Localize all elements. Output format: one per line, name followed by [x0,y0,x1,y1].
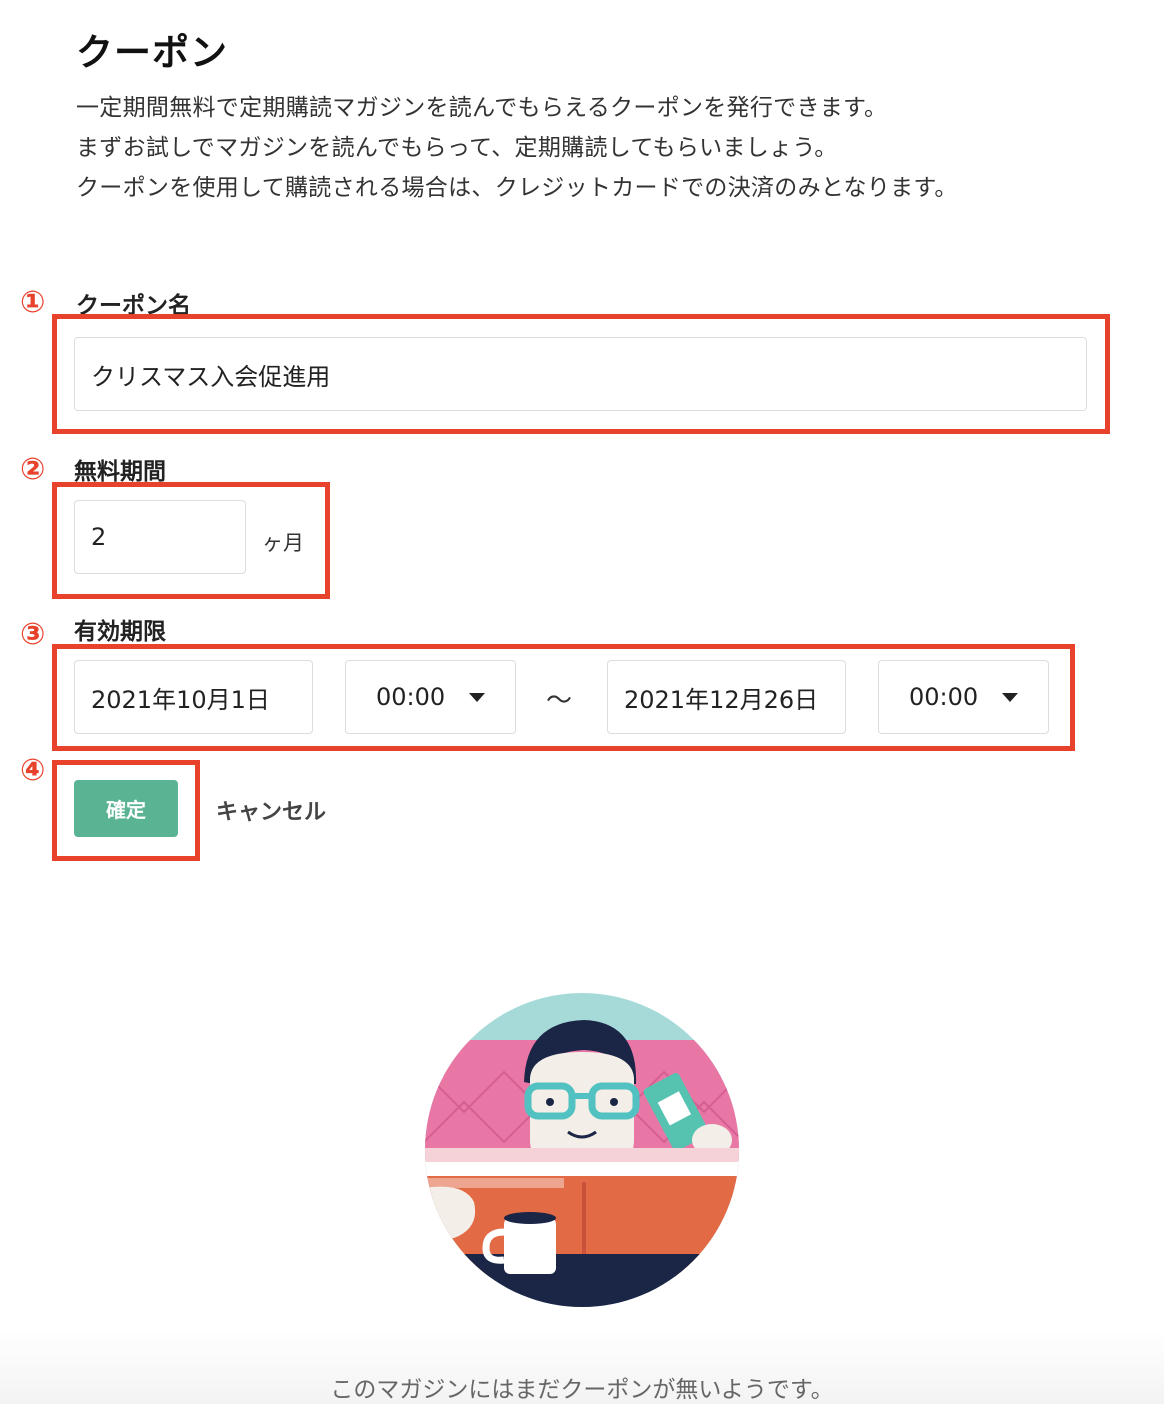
annotation-box-free-period [52,482,330,599]
reading-man-illustration [425,993,739,1307]
page-title: クーポン [76,31,228,74]
annotation-box-coupon-name [52,314,1110,434]
free-period-label: 無料期間 [74,459,166,485]
annotation-marker-4: ④ [20,753,46,788]
description-line-1: 一定期間無料で定期購読マガジンを読んでもらえるクーポンを発行できます。 [76,95,888,121]
empty-state-message: このマガジンにはまだクーポンが無いようです。 [330,1377,834,1403]
description-line-3: クーポンを使用して購読される場合は、クレジットカードでの決済のみとなります。 [76,175,958,201]
annotation-box-buttons [52,760,200,861]
annotation-marker-2: ② [20,452,46,487]
description-line-2: まずお試しでマガジンを読んでもらって、定期購読してもらいましょう。 [76,135,838,161]
annotation-marker-3: ③ [20,617,46,652]
cancel-button[interactable]: キャンセル [216,794,326,826]
empty-state-illustration [424,992,740,1308]
validity-label: 有効期限 [74,619,166,645]
annotation-marker-1: ① [20,285,46,320]
annotation-box-validity [52,644,1075,751]
